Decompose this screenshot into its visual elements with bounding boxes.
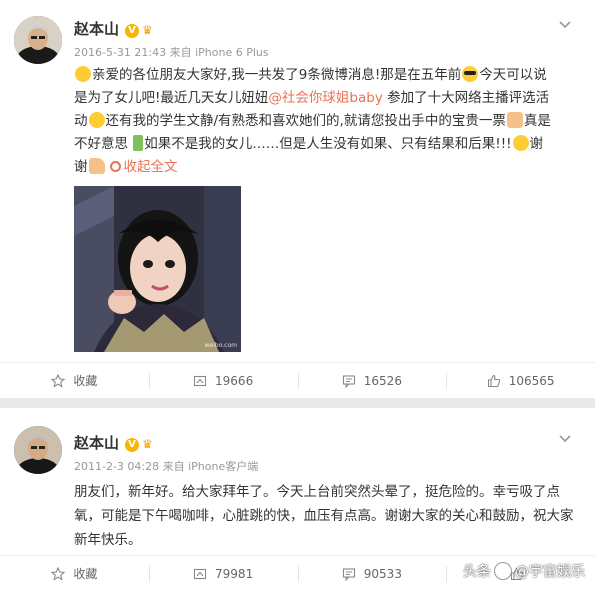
repost-button[interactable]: 19666 bbox=[148, 363, 298, 398]
favorite-label[interactable]: 收藏 bbox=[73, 372, 97, 389]
collapse-text-link[interactable]: 收起全文 bbox=[109, 159, 178, 175]
post-text: 是为了女儿吧!最近几天女儿妞妞 bbox=[74, 90, 269, 106]
post-text: 还有我的学生文静/有熟悉和喜欢她们的,就请您投出手中的宝贵一票 bbox=[105, 113, 506, 129]
avatar[interactable] bbox=[14, 426, 62, 474]
chevron-down-icon[interactable] bbox=[557, 430, 573, 446]
post-text: 今天可以说 bbox=[479, 67, 547, 83]
weibo-post-1: 赵本山 V ♛ 2016-5-31 21:43 来自 iPhone 6 Plus 亲… bbox=[0, 0, 595, 398]
post-text: 不好意思 bbox=[74, 136, 128, 152]
laugh-emoji-icon bbox=[512, 135, 529, 151]
collapse-label[interactable]: 收起全文 bbox=[124, 159, 178, 175]
star-icon bbox=[51, 373, 66, 388]
verified-icon: V bbox=[125, 438, 140, 452]
author-name-text[interactable]: 赵本山 bbox=[74, 20, 119, 38]
post-meta: 2016-5-31 21:43 来自 iPhone 6 Plus bbox=[74, 46, 269, 59]
comment-button[interactable]: 90533 bbox=[297, 556, 447, 591]
bamboo-emoji-icon bbox=[133, 135, 144, 151]
post-meta: 2011-2-3 04:28 来自 iPhone客户端 bbox=[74, 460, 259, 473]
post-photo[interactable]: weibo.com bbox=[74, 186, 241, 352]
author-name-text[interactable]: 赵本山 bbox=[74, 434, 119, 452]
photo-watermark: weibo.com bbox=[204, 342, 237, 349]
crown-icon: ♛ bbox=[142, 23, 153, 37]
post-text: 如果不是我的女儿……但是人生没有如果、只有结果和后果!!! bbox=[144, 136, 512, 152]
repost-button[interactable]: 79981 bbox=[148, 556, 298, 591]
post-text: 亲爱的各位朋友大家好,我一共发了9条微博消息!那是在五年前 bbox=[92, 67, 462, 83]
favorite-button[interactable]: 收藏 bbox=[0, 556, 149, 591]
crown-icon: ♛ bbox=[142, 437, 153, 451]
favorite-button[interactable]: 收藏 bbox=[0, 363, 149, 398]
author-name[interactable]: 赵本山 V ♛ bbox=[74, 432, 158, 453]
watermark-icon bbox=[494, 562, 512, 580]
like-button[interactable]: 106565 bbox=[446, 363, 595, 398]
post-text: 谢 bbox=[529, 136, 544, 152]
comment-icon bbox=[342, 374, 356, 388]
watermark-account: @宇宙娱乐 bbox=[515, 564, 585, 580]
cool-emoji-icon bbox=[462, 66, 479, 82]
comment-count[interactable]: 16526 bbox=[364, 374, 402, 388]
repost-count[interactable]: 19666 bbox=[215, 374, 253, 388]
like-count[interactable]: 106565 bbox=[509, 374, 555, 388]
repost-icon bbox=[193, 567, 207, 581]
post-body: 亲爱的各位朋友大家好,我一共发了9条微博消息!那是在五年前 今天可以说 是为了女儿… bbox=[74, 64, 580, 179]
author-name[interactable]: 赵本山 V ♛ bbox=[74, 18, 158, 39]
action-bar: 收藏 19666 16526 106565 bbox=[0, 362, 595, 398]
collapse-icon bbox=[109, 161, 121, 172]
favorite-label[interactable]: 收藏 bbox=[73, 565, 97, 582]
post-text: 真是 bbox=[523, 113, 551, 129]
hand-emoji-icon bbox=[88, 158, 105, 174]
avatar[interactable] bbox=[14, 16, 62, 64]
post-text: 动 bbox=[74, 113, 88, 129]
sweat-emoji-icon bbox=[88, 112, 105, 128]
chevron-down-icon[interactable] bbox=[557, 16, 573, 32]
repost-icon bbox=[193, 374, 207, 388]
watermark-label: 头条 bbox=[463, 564, 491, 580]
star-icon bbox=[51, 566, 66, 581]
post-text: 谢 bbox=[74, 159, 88, 175]
platform-watermark: 头条 @宇宙娱乐 bbox=[463, 561, 585, 581]
post-text: 参加了十大网络主播评选活 bbox=[387, 90, 550, 106]
verified-icon: V bbox=[125, 24, 140, 38]
mention-link[interactable]: @社会你球姐baby bbox=[268, 90, 382, 106]
comment-button[interactable]: 16526 bbox=[297, 363, 447, 398]
post-body: 朋友们，新年好。给大家拜年了。今天上台前突然头晕了，挺危险的。幸亏吸了点氧，可能… bbox=[74, 484, 574, 548]
comment-count[interactable]: 90533 bbox=[364, 567, 402, 581]
repost-count[interactable]: 79981 bbox=[215, 567, 253, 581]
comment-icon bbox=[342, 567, 356, 581]
like-icon bbox=[487, 374, 501, 388]
smile-emoji-icon bbox=[75, 66, 91, 82]
thumbs-up-emoji-icon bbox=[506, 112, 523, 128]
